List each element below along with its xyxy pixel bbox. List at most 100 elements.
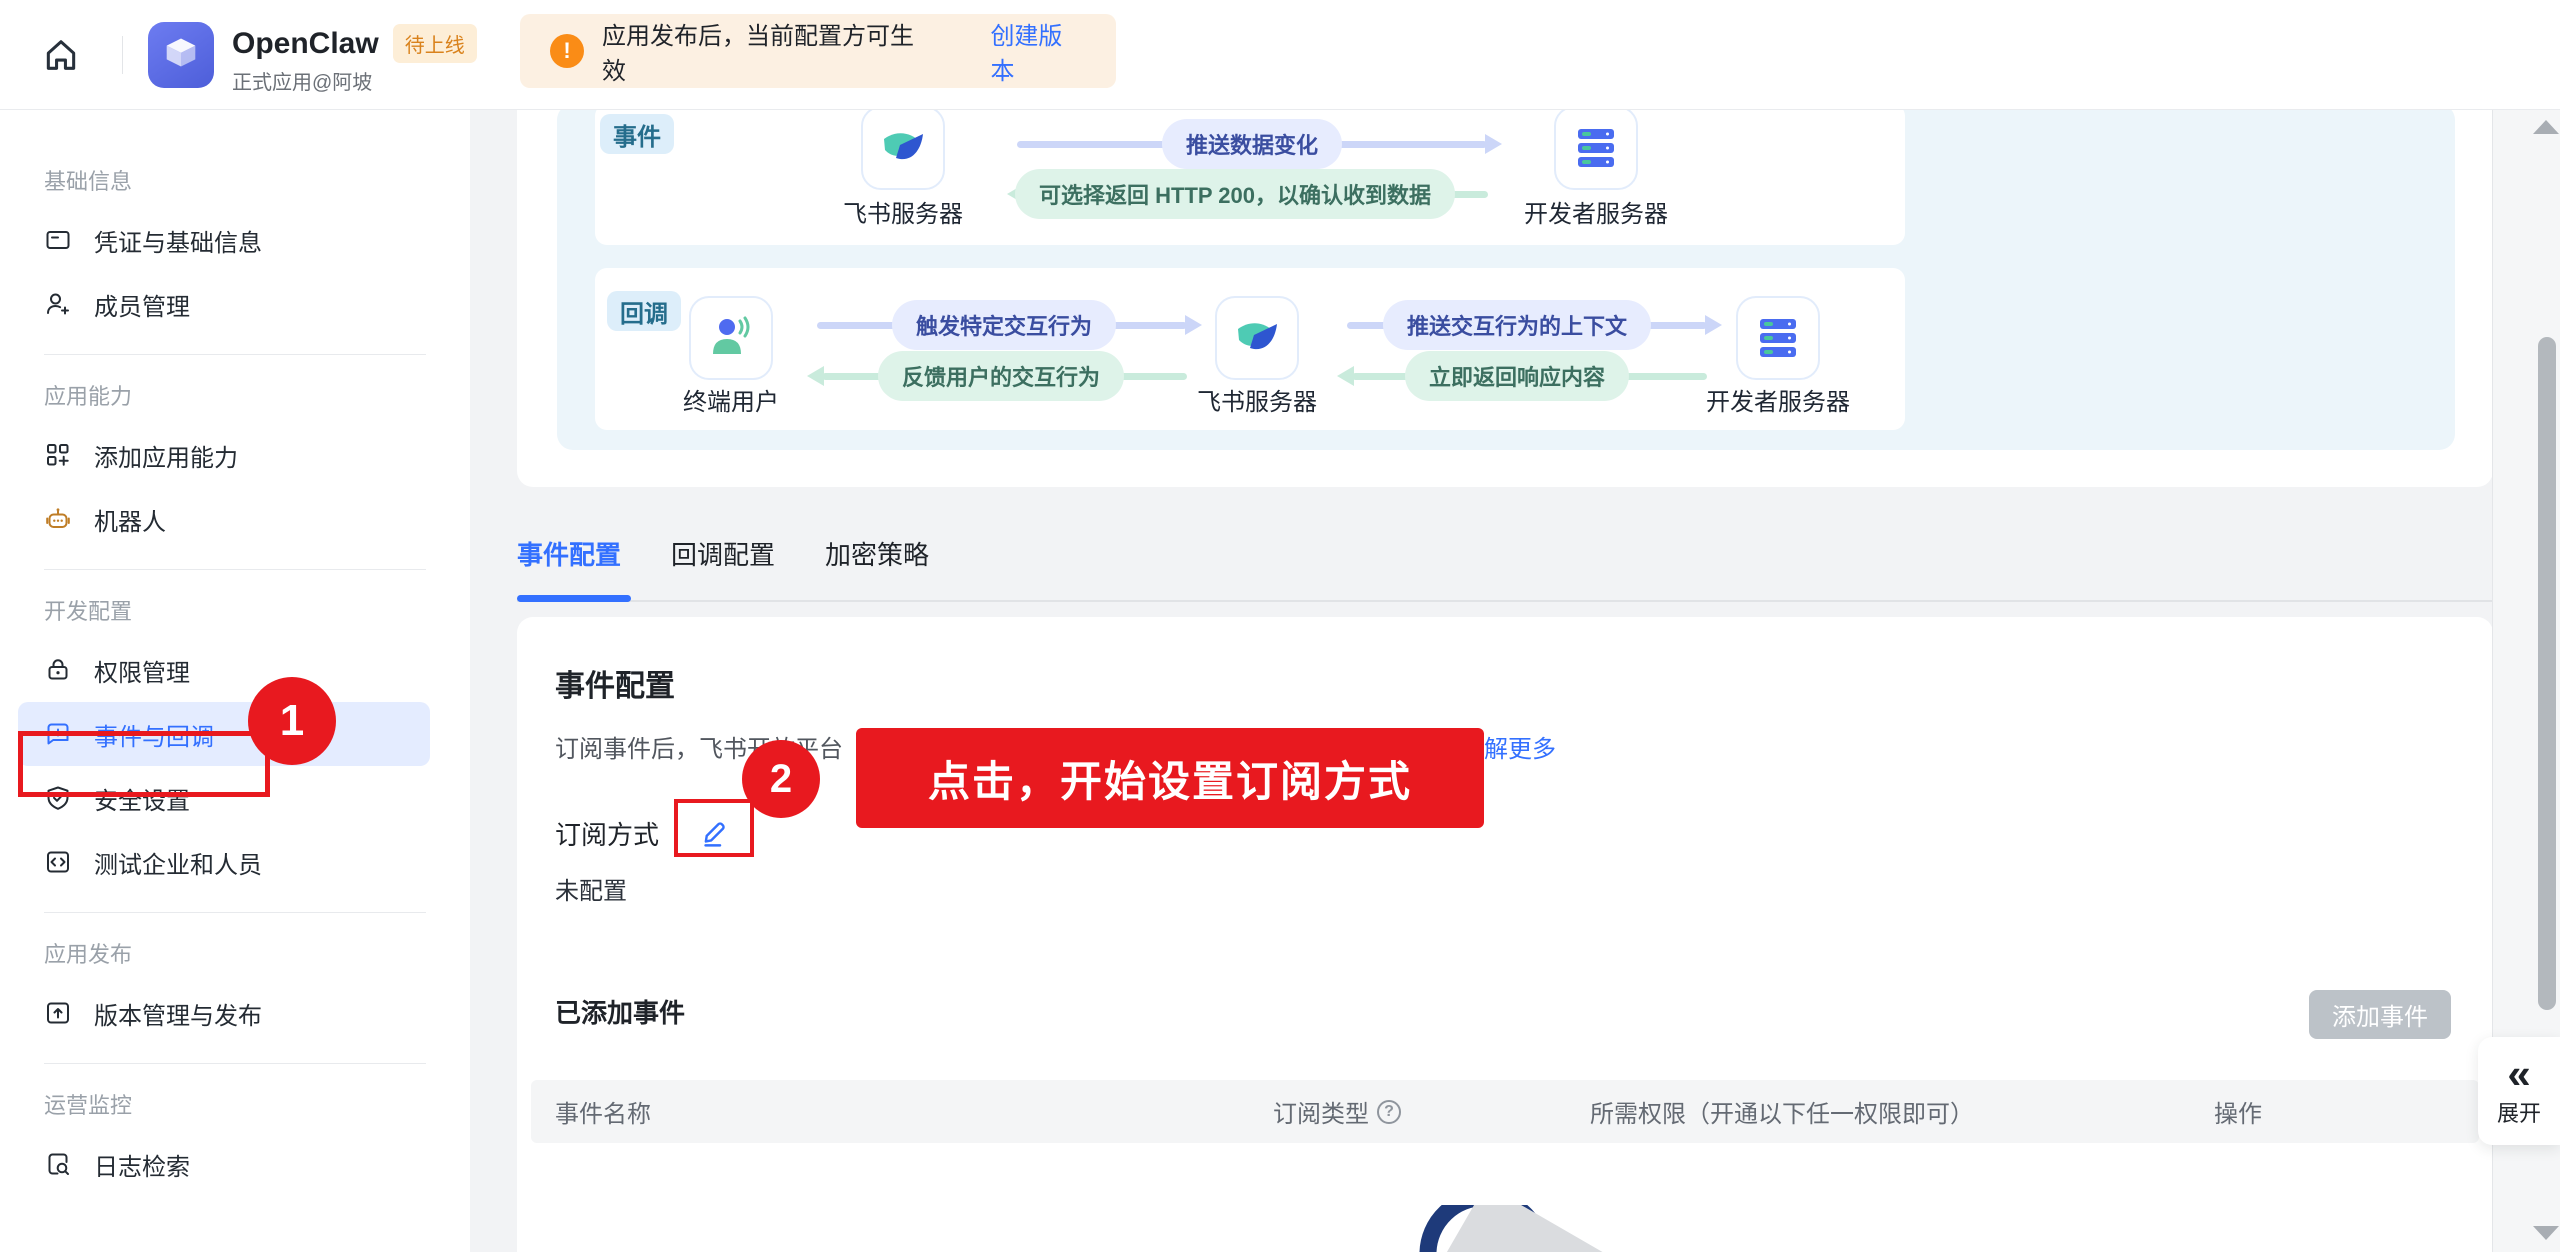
header: OpenClaw 待上线 正式应用@阿坡 — [0, 0, 2560, 110]
feishu-server-node — [861, 110, 945, 190]
member-add-icon — [44, 290, 72, 318]
subscription-method-label: 订阅方式 — [555, 815, 659, 852]
column-actions: 操作 — [2214, 1080, 2262, 1143]
column-subscription-type: 订阅类型 ? — [1273, 1080, 1401, 1143]
user-icon — [707, 314, 755, 362]
cube-icon — [159, 33, 203, 77]
server-icon — [1573, 125, 1619, 171]
developer-server-label-2: 开发者服务器 — [1706, 382, 1850, 417]
app-logo — [148, 22, 214, 88]
sidebar-item-test-company[interactable]: 测试企业和人员 — [18, 830, 430, 894]
learn-more-link[interactable]: 了解更多 — [1460, 729, 1556, 764]
main-content: 事件 飞书服务器 推送数据变化 可选择返回 HTTP 200，以确认收到数据 开… — [470, 110, 2492, 1252]
panel-title: 事件配置 — [555, 661, 675, 705]
app-title-row: OpenClaw 待上线 — [232, 24, 477, 63]
sidebar-item-bot[interactable]: 机器人 — [18, 487, 430, 551]
credential-icon — [44, 226, 72, 254]
sidebar: 基础信息 凭证与基础信息 成员管理 应用能力 添加应用能力 — [0, 110, 470, 1252]
tabs-divider — [517, 600, 2492, 602]
sidebar-item-permissions[interactable]: 权限管理 — [18, 638, 430, 702]
description-text: 订阅事件后，飞书开放平台 — [555, 736, 843, 763]
feishu-server-label: 飞书服务器 — [843, 194, 963, 229]
feishu-server-label-2: 飞书服务器 — [1197, 382, 1317, 417]
grid-plus-icon — [44, 441, 72, 469]
log-search-icon — [44, 1150, 72, 1178]
sidebar-divider — [44, 569, 426, 570]
code-icon — [44, 848, 72, 876]
home-icon — [42, 36, 80, 74]
publish-warning-banner: ! 应用发布后，当前配置方可生效 创建版本 — [520, 14, 1116, 88]
scroll-up-arrow[interactable] — [2533, 120, 2559, 134]
end-user-label: 终端用户 — [683, 382, 779, 417]
sidebar-item-label: 凭证与基础信息 — [94, 223, 262, 258]
sidebar-item-label: 版本管理与发布 — [94, 996, 262, 1031]
developer-server-label: 开发者服务器 — [1524, 194, 1668, 229]
status-badge: 待上线 — [393, 24, 477, 63]
collapse-double-chevron-icon: « — [2507, 1054, 2530, 1094]
sidebar-item-events-callbacks[interactable]: 事件与回调 — [18, 702, 430, 766]
shield-check-icon — [44, 784, 72, 812]
response-pill: 立即返回响应内容 — [1405, 351, 1629, 401]
sidebar-item-label: 权限管理 — [94, 653, 190, 688]
app-subtitle: 正式应用@阿坡 — [232, 66, 372, 95]
developer-server-node-2 — [1736, 296, 1820, 380]
sidebar-item-version-publish[interactable]: 版本管理与发布 — [18, 981, 430, 1045]
home-button[interactable] — [42, 36, 80, 74]
sidebar-item-label: 事件与回调 — [94, 717, 214, 752]
scroll-down-arrow[interactable] — [2533, 1226, 2559, 1240]
edit-pencil-icon — [697, 815, 731, 849]
subscription-status: 未配置 — [555, 871, 627, 906]
sidebar-divider — [44, 354, 426, 355]
sidebar-item-label: 日志检索 — [94, 1147, 190, 1182]
app-name: OpenClaw — [232, 27, 379, 61]
sidebar-item-credentials[interactable]: 凭证与基础信息 — [18, 208, 430, 272]
expand-panel-button[interactable]: « 展开 — [2478, 1037, 2560, 1145]
feishu-server-node-2 — [1215, 296, 1299, 380]
panel-description: 订阅事件后，飞书开放平台 了解更多 — [555, 729, 2155, 764]
sidebar-item-label: 测试企业和人员 — [94, 845, 262, 880]
event-badge: 事件 — [600, 114, 674, 154]
tab-event-config[interactable]: 事件配置 — [517, 535, 621, 572]
publish-icon — [44, 999, 72, 1027]
sidebar-item-label: 添加应用能力 — [94, 438, 238, 473]
sidebar-item-security[interactable]: 安全设置 — [18, 766, 430, 830]
robot-icon — [44, 505, 72, 533]
empty-state-illustration — [1377, 1205, 1657, 1252]
sidebar-section-publish: 应用发布 — [44, 937, 470, 969]
expand-label: 展开 — [2497, 1096, 2541, 1128]
feishu-logo-icon — [1233, 314, 1281, 362]
sidebar-item-add-capability[interactable]: 添加应用能力 — [18, 423, 430, 487]
callback-badge: 回调 — [607, 291, 681, 331]
event-callback-diagram-card: 事件 飞书服务器 推送数据变化 可选择返回 HTTP 200，以确认收到数据 开… — [517, 110, 2492, 487]
sidebar-item-label: 成员管理 — [94, 287, 190, 322]
sidebar-section-dev-config: 开发配置 — [44, 594, 470, 626]
developer-server-node — [1554, 110, 1638, 190]
sidebar-section-basic-info: 基础信息 — [44, 164, 470, 196]
event-callback-icon — [44, 720, 72, 748]
added-events-title: 已添加事件 — [555, 993, 685, 1030]
create-version-link[interactable]: 创建版本 — [990, 16, 1086, 86]
tab-callback-config[interactable]: 回调配置 — [671, 535, 775, 572]
scrollbar-thumb[interactable] — [2538, 337, 2556, 1010]
header-divider — [122, 36, 123, 74]
banner-text: 应用发布后，当前配置方可生效 — [602, 16, 936, 86]
edit-subscription-button[interactable] — [683, 809, 745, 855]
sidebar-item-label: 安全设置 — [94, 781, 190, 816]
tab-encryption-policy[interactable]: 加密策略 — [825, 535, 929, 572]
sidebar-item-members[interactable]: 成员管理 — [18, 272, 430, 336]
sidebar-divider — [44, 912, 426, 913]
feishu-open-platform-console: OpenClaw 待上线 正式应用@阿坡 ! 应用发布后，当前配置方可生效 创建… — [0, 0, 2560, 1252]
add-event-button[interactable]: 添加事件 — [2309, 990, 2451, 1039]
events-table-header: 事件名称 订阅类型 ? 所需权限（开通以下任一权限即可） 操作 — [531, 1080, 2479, 1143]
sidebar-item-label: 机器人 — [94, 502, 166, 537]
push-context-pill: 推送交互行为的上下文 — [1383, 300, 1651, 350]
active-tab-underline — [517, 595, 631, 602]
feishu-logo-icon — [879, 124, 927, 172]
column-event-name: 事件名称 — [555, 1080, 651, 1143]
warning-icon: ! — [550, 34, 584, 68]
server-icon — [1755, 315, 1801, 361]
help-icon[interactable]: ? — [1377, 1100, 1401, 1124]
sidebar-item-log-search[interactable]: 日志检索 — [18, 1132, 430, 1196]
push-data-pill: 推送数据变化 — [1162, 119, 1342, 169]
sidebar-section-capabilities: 应用能力 — [44, 379, 470, 411]
